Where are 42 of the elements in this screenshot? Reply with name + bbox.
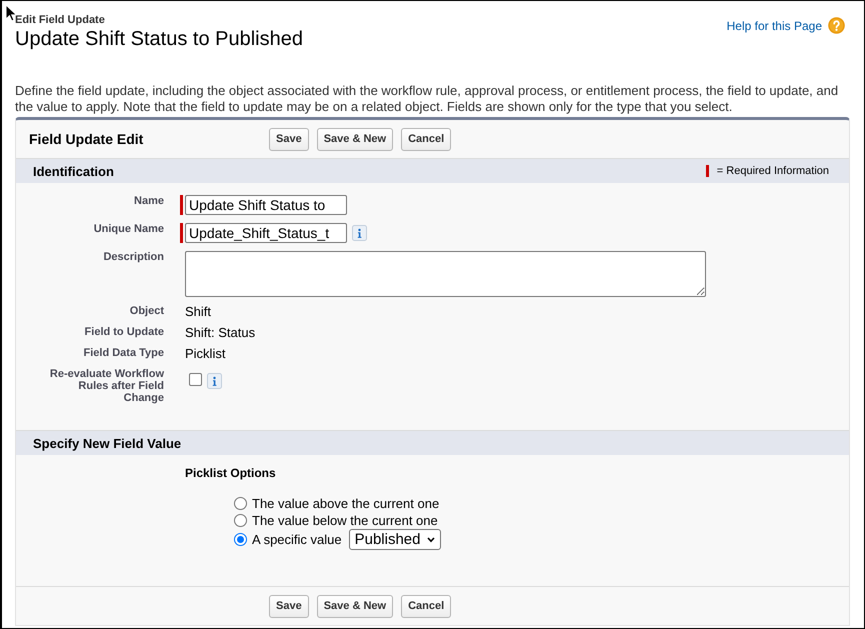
field-label: Object xyxy=(128,304,164,319)
section-title: Identification xyxy=(33,164,114,178)
section-title: Specify New Field Value xyxy=(33,436,182,450)
cancel-button[interactable]: Cancel xyxy=(401,594,452,618)
page-title: Update Shift Status to Published xyxy=(15,27,303,51)
picklist-heading: Picklist Options xyxy=(185,466,276,480)
save-button[interactable]: Save xyxy=(269,128,309,150)
save-button[interactable]: Save xyxy=(269,594,309,618)
legend-text: = Required Information xyxy=(716,165,829,177)
help-icon[interactable] xyxy=(828,17,845,34)
info-icon[interactable] xyxy=(207,373,222,389)
mouse-pointer-icon xyxy=(5,4,17,22)
field-value: Shift xyxy=(185,303,212,321)
checkbox[interactable] xyxy=(189,373,202,386)
cancel-button[interactable]: Cancel xyxy=(401,128,452,150)
option-label: The value below the current one xyxy=(252,512,438,529)
save-and-new-button[interactable]: Save & New xyxy=(316,128,394,150)
description-field[interactable] xyxy=(185,251,706,297)
field-label: Name xyxy=(133,195,164,207)
field-label: Re-evaluate Workflow Rules after Field Change xyxy=(48,368,164,404)
required-bar-icon xyxy=(706,165,709,177)
option-label: A specific value xyxy=(252,531,342,548)
panel-title: Field Update Edit xyxy=(28,131,144,147)
option-label: The value above the current one xyxy=(252,495,440,512)
radio-button[interactable] xyxy=(234,533,247,546)
text-input[interactable]: Update_Shift_Status_t xyxy=(185,223,347,243)
text-input[interactable]: Update Shift Status to xyxy=(185,195,347,215)
description-text: Define the field update, including the object associated with the workflow rule, approval process, or entitlement process, the field to update, and the value to apply. Note that the field to update may be on a related object. Fields are shown only for the type that you select. xyxy=(15,83,840,115)
field-label: Unique Name xyxy=(92,223,164,235)
radio-button[interactable] xyxy=(234,497,247,510)
field-label: Field Data Type xyxy=(82,346,164,361)
info-icon[interactable] xyxy=(352,225,367,241)
field-label: Description xyxy=(102,251,164,263)
radio-button[interactable] xyxy=(234,514,247,527)
help-link[interactable]: Help for this Page xyxy=(726,18,822,32)
chevron-icon xyxy=(426,536,435,542)
field-value: Shift: Status xyxy=(185,324,256,342)
breadcrumb-text: Edit Field Update xyxy=(15,14,106,27)
field-value: Picklist xyxy=(185,345,226,363)
field-label: Field to Update xyxy=(84,325,164,340)
value-dropdown[interactable]: Published xyxy=(348,529,441,550)
save-and-new-button[interactable]: Save & New xyxy=(316,594,394,618)
